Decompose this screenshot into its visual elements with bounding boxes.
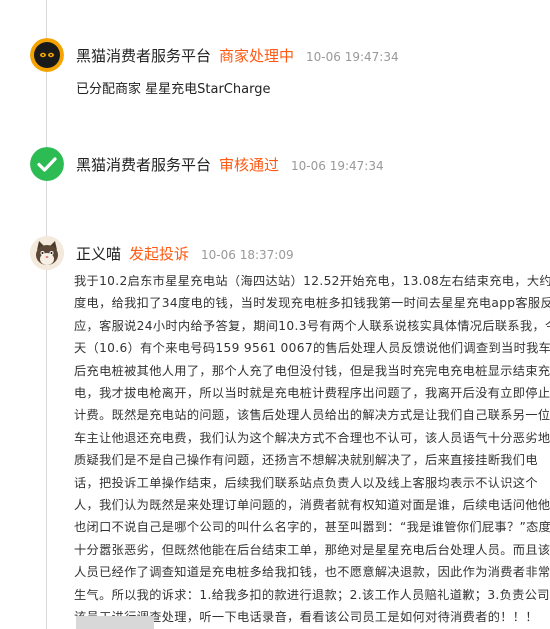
complaint-line: 应，客服说24小时内给予答复，期间10.3号有两个人联系说核实具体情况后联系我，… <box>74 318 550 333</box>
timestamp: 10-06 19:47:34 <box>306 50 399 64</box>
complaint-line: 电，我才拔电枪离开，所以当时就是充电桩计费程序出问题了，我离开后没有立即停止 <box>74 386 550 401</box>
timestamp: 10-06 19:47:34 <box>291 159 384 173</box>
attachment-thumbnail-placeholder[interactable] <box>76 616 154 629</box>
complaint-line: 车主让他退还充电费，我们认为这个解决方式不合理也不认可，该人员语气十分恶劣地 <box>74 430 550 445</box>
complaint-body: 我于10.2启东市星星充电站（海四达站）12.52开始充电，13.08左右结束充… <box>74 270 550 629</box>
black-cat-logo-icon[interactable] <box>30 38 64 72</box>
complaint-line: 人员已经作了调查知道是充电桩多给我扣钱，也不愿意解决退款，因此作为消费者非常 <box>74 565 550 580</box>
complaint-line: 也闭口不说自己是哪个公司的叫什么名字的，甚至叫嚣到：“我是谁管你们屁事？”态度 <box>74 520 550 535</box>
complaint-line: 我于10.2启东市星星充电站（海四达站）12.52开始充电，13.08左右结束充… <box>74 274 550 288</box>
entry-header: 黑猫消费者服务平台 商家处理中 10-06 19:47:34 <box>76 45 399 65</box>
timeline-line <box>46 0 47 629</box>
complaint-line: 天（10.6）有个来电号码159 9561 0067的售后处理人员反馈说他们调查… <box>74 341 550 356</box>
entry-header: 黑猫消费者服务平台 审核通过 10-06 19:47:34 <box>76 154 384 174</box>
complaint-line: 计费。既然是充电站的问题，该售后处理人员给出的解决方式是让我们自己联系另一位 <box>74 408 550 423</box>
entry-header: 正义喵 发起投诉 10-06 18:37:09 <box>76 243 294 263</box>
timestamp: 10-06 18:37:09 <box>201 248 294 262</box>
complaint-line: 质疑我们是不是自己操作有问题，还扬言不想解决就别解决了，后来直接挂断我们电 <box>74 453 538 468</box>
cat-avatar-icon[interactable] <box>30 236 64 270</box>
complaint-line: 后充电桩被其他人用了，那个人充了电但没付钱，但是我当时充完电充电桩显示结束充 <box>74 363 550 378</box>
author-name[interactable]: 黑猫消费者服务平台 <box>76 45 211 66</box>
complaint-line: 人，我们认为既然是来处理订单问题的，消费者就有权知道对面是谁，后续电话问他他 <box>74 498 550 513</box>
status-label: 发起投诉 <box>129 245 190 263</box>
author-name[interactable]: 黑猫消费者服务平台 <box>76 154 211 175</box>
complaint-line: 度电，给我扣了34度电的钱，当时发现充电桩多扣钱我第一时间去星星充电app客服反 <box>74 296 550 311</box>
complaint-line: 十分嚣张恶劣，但既然他能在后台结束工单，那绝对是星星充电后台处理人员。而且该 <box>74 542 550 557</box>
author-name[interactable]: 正义喵 <box>76 243 121 264</box>
complaint-line: 生气。所以我的诉求：1.给我多扣的款进行退款；2.该工作人员赔礼道歉；3.负责公… <box>74 587 550 602</box>
check-circle-icon <box>30 147 64 181</box>
status-label: 审核通过 <box>219 156 280 174</box>
entry-message: 已分配商家 星星充电StarCharge <box>76 82 271 97</box>
status-label: 商家处理中 <box>219 47 295 65</box>
complaint-line: 话，把投诉工单操作结束，后续我们联系站点负责人以及线上客服均表示不认识这个 <box>74 475 538 490</box>
